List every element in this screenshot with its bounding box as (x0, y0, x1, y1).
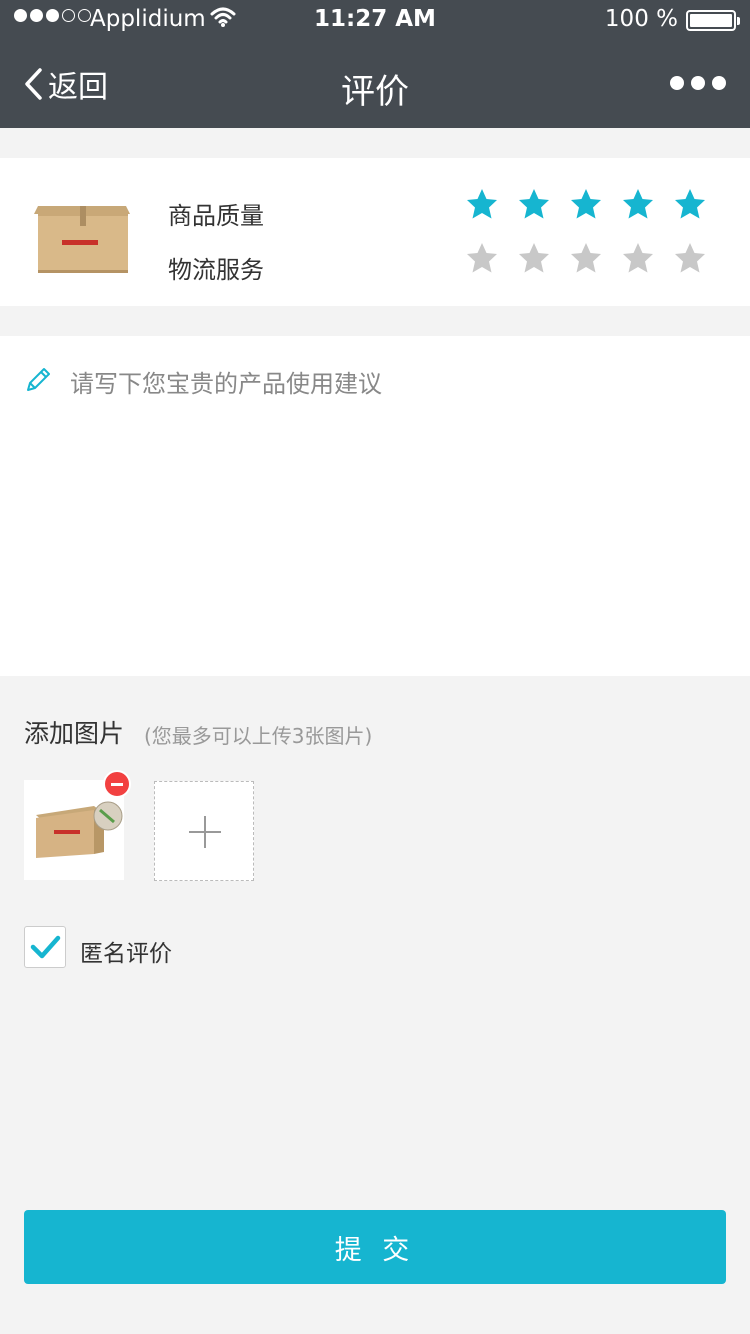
star-icon[interactable] (674, 188, 706, 220)
remove-image-button[interactable] (103, 770, 131, 798)
nav-bar: 返回 评价 (0, 40, 750, 128)
star-icon[interactable] (622, 188, 654, 220)
star-icon[interactable] (466, 242, 498, 274)
quality-label: 商品质量 (168, 202, 264, 230)
product-image (34, 206, 130, 273)
star-icon[interactable] (518, 188, 550, 220)
header: Applidium 11:27 AM 100 % 返回 评价 (0, 0, 750, 128)
anonymous-label: 匿名评价 (80, 941, 172, 967)
battery-percent: 100 % (604, 6, 678, 32)
quality-stars (466, 188, 706, 220)
page-title: 评价 (341, 72, 409, 112)
star-icon[interactable] (622, 242, 654, 274)
comment-input[interactable] (70, 364, 720, 654)
logistics-label: 物流服务 (168, 256, 264, 284)
star-icon[interactable] (570, 188, 602, 220)
status-bar: Applidium 11:27 AM 100 % (0, 0, 750, 40)
star-icon[interactable] (570, 242, 602, 274)
star-icon[interactable] (466, 188, 498, 220)
logistics-stars (466, 242, 706, 274)
more-icon (670, 76, 684, 90)
add-images-hint: (您最多可以上传3张图片) (144, 724, 373, 748)
check-icon (30, 935, 61, 959)
submit-button[interactable]: 提 交 (24, 1210, 726, 1284)
anonymous-checkbox[interactable] (24, 926, 66, 968)
pencil-icon (27, 368, 50, 391)
comment-section (0, 336, 750, 676)
star-icon[interactable] (518, 242, 550, 274)
add-image-button[interactable] (154, 781, 254, 881)
star-icon[interactable] (674, 242, 706, 274)
more-button[interactable] (670, 76, 726, 90)
rating-card: 商品质量 物流服务 (0, 158, 750, 306)
add-images-title: 添加图片 (24, 719, 125, 748)
battery-icon (686, 10, 740, 31)
